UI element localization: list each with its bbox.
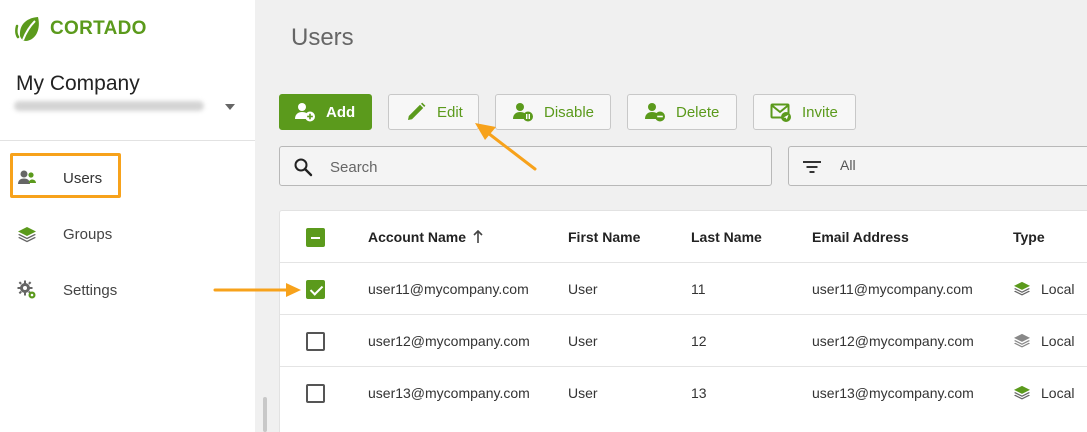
remove-user-icon (645, 103, 665, 122)
sidebar-item-settings[interactable]: Settings (0, 270, 255, 310)
invite-button-label: Invite (802, 103, 838, 121)
row-checkbox[interactable] (306, 384, 325, 403)
email-address-cell: user13@mycompany.com (812, 385, 974, 401)
layers-icon (1014, 333, 1030, 348)
search-input[interactable] (330, 156, 750, 178)
first-name-cell: User (568, 385, 598, 401)
table-header-row: Account Name First Name Last Name Email … (280, 211, 1087, 263)
table-row[interactable]: user12@mycompany.com User 12 user12@myco… (280, 315, 1087, 367)
filter-dropdown[interactable]: All (788, 146, 1087, 186)
row-checkbox[interactable] (306, 332, 325, 351)
last-name-cell: 11 (691, 281, 706, 297)
type-cell: Local (1013, 315, 1074, 367)
add-user-icon (295, 103, 315, 122)
caret-down-icon[interactable] (225, 104, 235, 110)
disable-button[interactable]: Disable (495, 94, 611, 130)
table-row[interactable]: user11@mycompany.com User 11 user11@myco… (280, 263, 1087, 315)
disable-user-icon (513, 103, 533, 122)
edit-button-label: Edit (437, 103, 463, 121)
column-header-email-address[interactable]: Email Address (812, 211, 909, 263)
leaf-logo-icon (15, 17, 39, 41)
row-checkbox[interactable] (306, 280, 325, 299)
company-name[interactable]: My Company (16, 72, 140, 96)
delete-button[interactable]: Delete (627, 94, 737, 130)
invite-button[interactable]: Invite (753, 94, 856, 130)
email-address-cell: user12@mycompany.com (812, 333, 974, 349)
type-label: Local (1041, 281, 1075, 297)
first-name-cell: User (568, 333, 598, 349)
column-header-account-name[interactable]: Account Name (368, 211, 484, 263)
sidebar-divider (0, 140, 255, 141)
first-name-cell: User (568, 281, 598, 297)
add-button-label: Add (326, 103, 356, 121)
sidebar-item-label: Settings (63, 281, 118, 299)
column-header-type[interactable]: Type (1013, 211, 1045, 263)
column-header-first-name[interactable]: First Name (568, 211, 640, 263)
type-label: Local (1041, 333, 1075, 349)
logo-text: CORTADO (50, 18, 147, 39)
layers-icon (18, 227, 36, 243)
search-box[interactable] (279, 146, 772, 186)
column-header-label: Account Name (368, 229, 467, 245)
cortado-logo[interactable]: CORTADO (14, 14, 147, 44)
account-name-cell: user13@mycompany.com (368, 385, 530, 401)
search-icon (294, 158, 313, 177)
filter-icon (803, 161, 821, 173)
type-label: Local (1041, 385, 1075, 401)
type-cell: Local (1013, 263, 1074, 315)
edit-button[interactable]: Edit (388, 94, 479, 130)
add-user-button[interactable]: Add (279, 94, 372, 130)
pencil-icon (408, 102, 426, 120)
last-name-cell: 12 (691, 333, 707, 349)
sort-ascending-icon (473, 230, 483, 243)
select-all-checkbox[interactable] (306, 228, 325, 247)
sidebar-item-label: Groups (63, 225, 113, 243)
users-highlight-annotation (10, 153, 121, 198)
page-title: Users (291, 24, 354, 51)
account-name-cell: user11@mycompany.com (368, 281, 529, 297)
sidebar-scrollbar[interactable] (263, 397, 267, 432)
type-cell: Local (1013, 367, 1074, 419)
email-address-cell: user11@mycompany.com (812, 281, 973, 297)
filter-selected-value: All (840, 157, 856, 173)
invite-mail-icon (770, 103, 791, 122)
sidebar: CORTADO My Company Users Groups Settings (0, 0, 255, 432)
company-email-blurred (14, 101, 204, 113)
table-row[interactable]: user13@mycompany.com User 13 user13@myco… (280, 367, 1087, 419)
account-name-cell: user12@mycompany.com (368, 333, 530, 349)
column-header-last-name[interactable]: Last Name (691, 211, 762, 263)
sidebar-item-groups[interactable]: Groups (0, 214, 255, 254)
disable-button-label: Disable (544, 103, 595, 121)
users-table: Account Name First Name Last Name Email … (279, 210, 1087, 432)
layers-icon (1014, 281, 1030, 296)
delete-button-label: Delete (676, 103, 720, 121)
layers-icon (1014, 385, 1030, 400)
gear-icon (17, 280, 36, 299)
last-name-cell: 13 (691, 385, 707, 401)
